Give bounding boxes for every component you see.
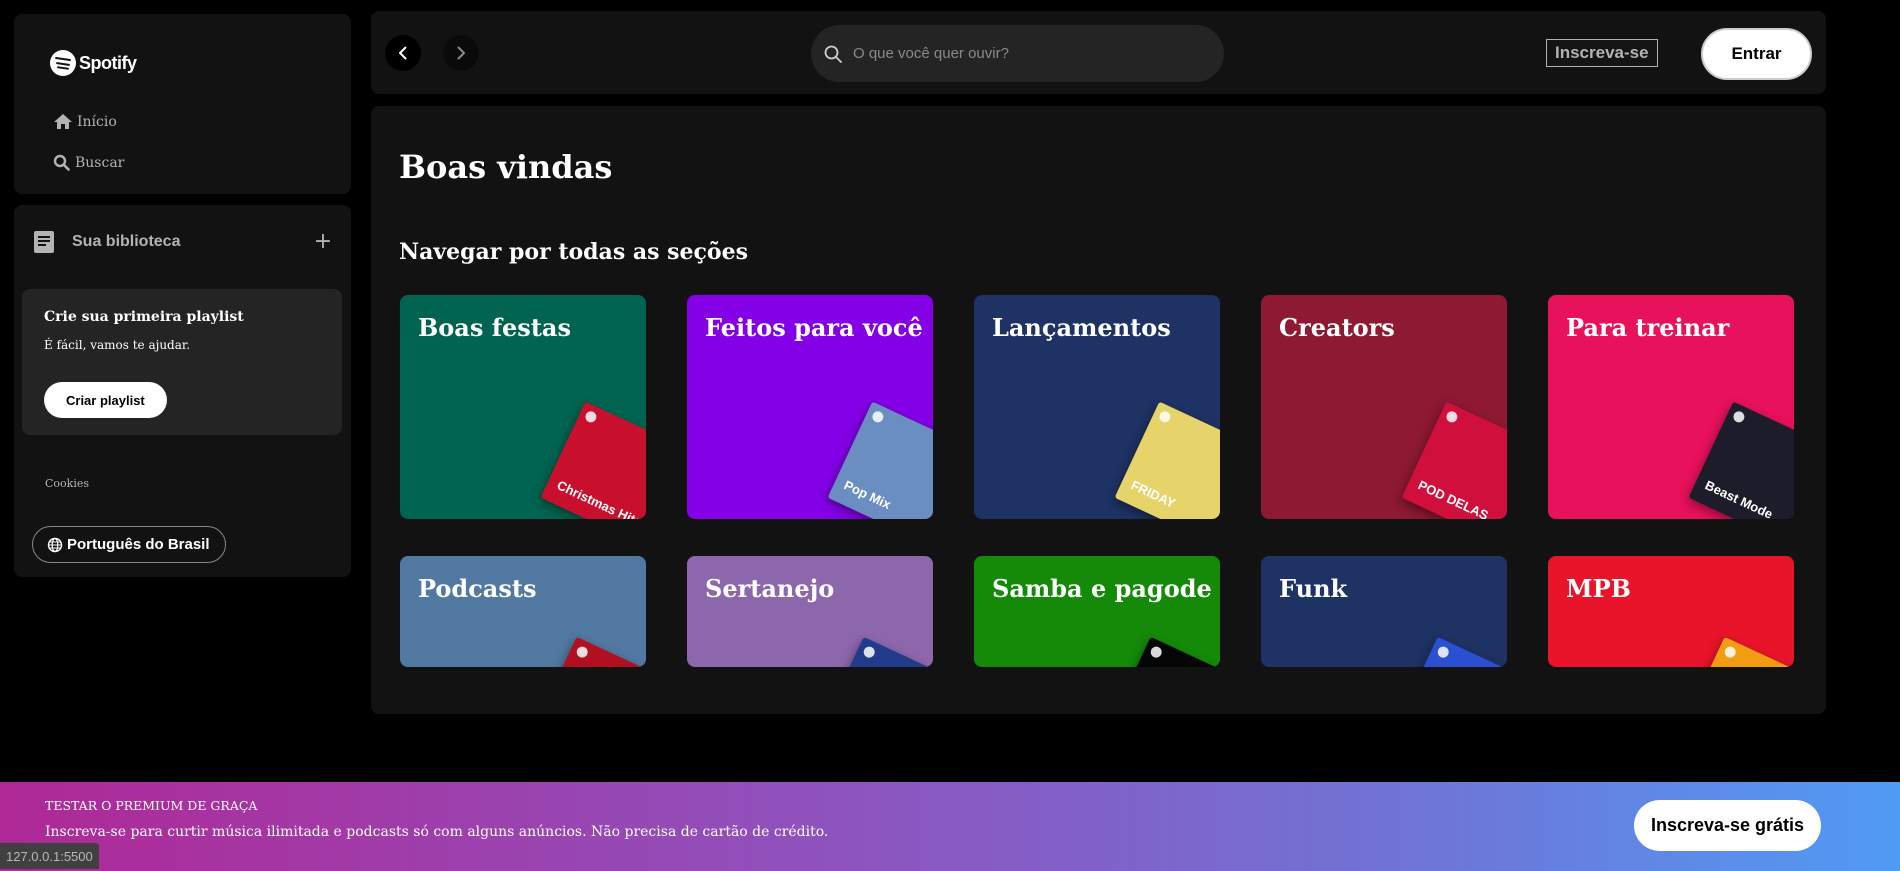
nav-item-home-label: Início [77,113,117,130]
home-icon [54,114,72,129]
create-playlist-subtitle: É fácil, vamos te ajudar. [44,338,191,352]
genre-card-cover-art [1403,636,1507,667]
back-button[interactable] [385,35,421,71]
genre-card-cover-art: FRIDAY [1114,401,1220,519]
create-playlist-card: Crie sua primeira playlist É fácil, vamo… [22,289,342,435]
library-icon [34,231,54,253]
genre-card[interactable]: MPB [1548,556,1794,667]
spotify-logo-icon [1435,644,1451,660]
library-panel: Sua biblioteca + Crie sua primeira playl… [14,205,351,577]
top-bar: Inscreva-se Entrar [371,11,1826,94]
spotify-logo-icon [50,50,76,76]
login-button[interactable]: Entrar [1701,28,1812,80]
spotify-logo-icon [1444,409,1460,425]
spotify-logo-icon [1722,644,1738,660]
spotify-logo-icon [1157,409,1173,425]
search-icon [824,45,842,63]
genre-card-cover-art: Christmas Hits [540,401,646,519]
cover-art-text: POD DELAS [1415,477,1491,519]
signup-link[interactable]: Inscreva-se [1546,39,1658,67]
genre-card-title: MPB [1566,574,1631,603]
forward-button[interactable] [443,35,479,71]
section-title: Navegar por todas as seções [399,239,748,265]
genre-card[interactable]: Sertanejo [687,556,933,667]
genre-card-title: Podcasts [418,574,537,603]
spotify-logo-icon [870,409,886,425]
genre-card[interactable]: Boas festas Christmas Hits [400,295,646,519]
language-label: Português do Brasil [67,536,210,553]
create-playlist-title: Crie sua primeira playlist [44,309,244,325]
cover-art-text: FRIDAY [1128,477,1178,511]
main-content: Boas vindas Navegar por todas as seções … [371,106,1826,714]
library-title: Sua biblioteca [72,233,181,250]
spotify-logo-icon [1148,644,1164,660]
nav-item-home[interactable]: Início [53,113,117,130]
search-icon [53,154,70,171]
page-title: Boas vindas [399,148,613,186]
genre-card-title: Boas festas [418,313,571,342]
genre-card-title: Para treinar [1566,313,1730,342]
genre-card-cover-art: POD DELAS [1401,401,1507,519]
genre-card[interactable]: Podcasts [400,556,646,667]
spotify-logo-icon [574,644,590,660]
cover-art-text: Pop Mix [841,477,894,513]
chevron-right-icon [457,46,465,60]
cover-art-text: Beast Mode [1702,477,1776,519]
genre-card-title: Samba e pagode [992,574,1212,603]
signup-free-button[interactable]: Inscreva-se grátis [1634,800,1821,851]
cover-art-text: Christmas Hits [554,477,645,519]
nav-item-search[interactable]: Buscar [53,154,124,171]
cookies-link[interactable]: Cookies [45,477,89,490]
genre-card[interactable]: Lançamentos FRIDAY [974,295,1220,519]
genre-card-title: Funk [1279,574,1348,603]
genre-card-title: Creators [1279,313,1395,342]
plus-icon: + [313,228,333,254]
genre-card-title: Lançamentos [992,313,1171,342]
genre-card-cover-art: Beast Mode [1688,401,1794,519]
nav-item-search-label: Buscar [75,154,125,171]
spotify-logo-icon [583,409,599,425]
spotify-logo[interactable]: Spotify [50,50,137,76]
main-bottom-padding [371,667,1826,714]
chevron-left-icon [399,46,407,60]
genre-card[interactable]: Funk [1261,556,1507,667]
sidebar-nav-panel: Spotify Início Buscar [14,14,351,194]
logo-text: Spotify [79,52,137,73]
library-header[interactable]: Sua biblioteca [33,230,180,254]
banner-subtitle: Inscreva-se para curtir música ilimitada… [45,824,829,840]
spotify-logo-icon [861,644,877,660]
genre-card-cover-art [542,636,646,667]
search-bar[interactable] [811,25,1224,82]
language-button[interactable]: Português do Brasil [32,526,226,563]
genre-card-cover-art: Pop Mix [827,401,933,519]
banner-title: TESTAR O PREMIUM DE GRAÇA [45,798,258,813]
genre-card-cover-art [1116,636,1220,667]
globe-icon [47,537,63,552]
search-input[interactable] [853,45,1224,62]
genre-card-title: Feitos para você [705,313,923,342]
genre-card[interactable]: Para treinar Beast Mode [1548,295,1794,519]
genre-card-cover-art [829,636,933,667]
genre-card-cover-art [1690,636,1794,667]
create-playlist-plus-button[interactable]: + [311,228,335,254]
genre-card[interactable]: Creators POD DELAS [1261,295,1507,519]
spotify-logo-icon [1731,409,1747,425]
genre-card-title: Sertanejo [705,574,835,603]
genre-card[interactable]: Feitos para você Pop Mix [687,295,933,519]
genre-card[interactable]: Samba e pagode [974,556,1220,667]
premium-banner: TESTAR O PREMIUM DE GRAÇA Inscreva-se pa… [0,782,1900,871]
create-playlist-button[interactable]: Criar playlist [44,382,167,418]
status-bar-url: 127.0.0.1:5500 [0,843,99,869]
